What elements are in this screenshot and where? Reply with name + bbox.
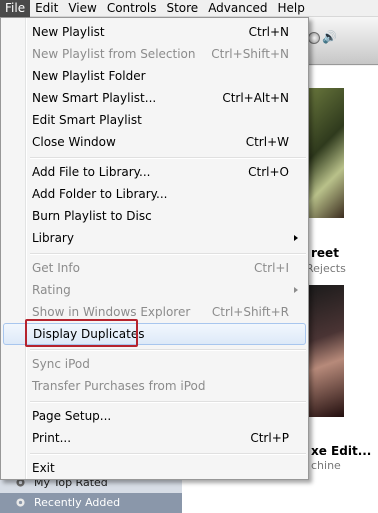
menu-separator bbox=[30, 349, 306, 351]
menu-item-label: Transfer Purchases from iPod bbox=[32, 379, 206, 393]
menu-item-transfer-purchases[interactable]: Transfer Purchases from iPod bbox=[3, 375, 306, 397]
album-title: xe Edit... bbox=[311, 444, 372, 458]
menu-bar: File Edit View Controls Store Advanced H… bbox=[0, 0, 378, 17]
menu-item-new-playlist-folder[interactable]: New Playlist Folder bbox=[3, 65, 306, 87]
menu-help[interactable]: Help bbox=[272, 0, 309, 17]
menu-item-exit[interactable]: Exit bbox=[3, 457, 306, 479]
album-art[interactable] bbox=[304, 285, 344, 417]
menu-item-label: New Playlist bbox=[32, 25, 105, 39]
menu-controls[interactable]: Controls bbox=[102, 0, 162, 17]
menu-item-rating[interactable]: Rating bbox=[3, 279, 306, 301]
menu-item-print[interactable]: Print... Ctrl+P bbox=[3, 427, 306, 449]
menu-item-get-info[interactable]: Get Info Ctrl+I bbox=[3, 257, 306, 279]
menu-item-label: Edit Smart Playlist bbox=[32, 113, 142, 127]
menu-item-shortcut: Ctrl+O bbox=[248, 165, 289, 179]
menu-item-label: Add File to Library... bbox=[32, 165, 151, 179]
menu-item-new-smart-playlist[interactable]: New Smart Playlist... Ctrl+Alt+N bbox=[3, 87, 306, 109]
menu-item-new-playlist-from-selection[interactable]: New Playlist from Selection Ctrl+Shift+N bbox=[3, 43, 306, 65]
menu-item-add-folder-to-library[interactable]: Add Folder to Library... bbox=[3, 183, 306, 205]
menu-item-new-playlist[interactable]: New Playlist Ctrl+N bbox=[3, 21, 306, 43]
menu-item-label: Exit bbox=[32, 461, 55, 475]
sidebar-item-recently-added[interactable]: Recently Added bbox=[0, 493, 182, 513]
album-artist: chine bbox=[311, 459, 341, 472]
menu-item-edit-smart-playlist[interactable]: Edit Smart Playlist bbox=[3, 109, 306, 131]
menu-item-shortcut: Ctrl+P bbox=[250, 431, 289, 445]
album-title: reet bbox=[311, 246, 339, 260]
menu-item-label: Rating bbox=[32, 283, 71, 297]
menu-item-shortcut: Ctrl+Shift+R bbox=[211, 305, 289, 319]
menu-store[interactable]: Store bbox=[161, 0, 203, 17]
menu-item-label: Library bbox=[32, 231, 74, 245]
menu-item-shortcut: Ctrl+Shift+N bbox=[211, 47, 289, 61]
menu-item-shortcut: Ctrl+Alt+N bbox=[222, 91, 289, 105]
menu-item-label: New Smart Playlist... bbox=[32, 91, 157, 105]
album-artist: Rejects bbox=[306, 262, 346, 275]
gear-icon bbox=[16, 498, 25, 507]
sidebar-item-label: Recently Added bbox=[34, 496, 121, 509]
album-art[interactable] bbox=[304, 88, 344, 218]
menu-view[interactable]: View bbox=[63, 0, 101, 17]
menu-separator bbox=[30, 253, 306, 255]
menu-advanced[interactable]: Advanced bbox=[203, 0, 272, 17]
menu-item-burn-playlist[interactable]: Burn Playlist to Disc bbox=[3, 205, 306, 227]
file-menu-dropdown: New Playlist Ctrl+N New Playlist from Se… bbox=[0, 17, 309, 480]
menu-item-page-setup[interactable]: Page Setup... bbox=[3, 405, 306, 427]
menu-item-label: Burn Playlist to Disc bbox=[32, 209, 152, 223]
menu-item-add-file-to-library[interactable]: Add File to Library... Ctrl+O bbox=[3, 161, 306, 183]
menu-item-sync-ipod[interactable]: Sync iPod bbox=[3, 353, 306, 375]
menu-item-label: Close Window bbox=[32, 135, 116, 149]
speaker-icon: 🔊 bbox=[322, 30, 337, 44]
volume-slider-knob[interactable] bbox=[308, 32, 320, 44]
menu-item-label: Print... bbox=[32, 431, 72, 445]
menu-item-label: Get Info bbox=[32, 261, 80, 275]
menu-separator bbox=[30, 157, 306, 159]
menu-item-library[interactable]: Library bbox=[3, 227, 306, 249]
submenu-arrow-icon bbox=[294, 235, 298, 241]
menu-item-label: Page Setup... bbox=[32, 409, 112, 423]
menu-edit[interactable]: Edit bbox=[30, 0, 63, 17]
menu-item-label: New Playlist from Selection bbox=[32, 47, 196, 61]
menu-item-shortcut: Ctrl+N bbox=[248, 25, 289, 39]
menu-item-label: Show in Windows Explorer bbox=[32, 305, 191, 319]
menu-separator bbox=[30, 453, 306, 455]
menu-separator bbox=[30, 401, 306, 403]
menu-item-label: Sync iPod bbox=[32, 357, 90, 371]
menu-item-shortcut: Ctrl+W bbox=[245, 135, 289, 149]
menu-item-close-window[interactable]: Close Window Ctrl+W bbox=[3, 131, 306, 153]
menu-item-label: New Playlist Folder bbox=[32, 69, 146, 83]
menu-item-label: Add Folder to Library... bbox=[32, 187, 168, 201]
menu-item-shortcut: Ctrl+I bbox=[254, 261, 289, 275]
submenu-arrow-icon bbox=[294, 287, 298, 293]
annotation-highlight-box bbox=[25, 319, 138, 347]
menu-file[interactable]: File bbox=[0, 0, 31, 17]
